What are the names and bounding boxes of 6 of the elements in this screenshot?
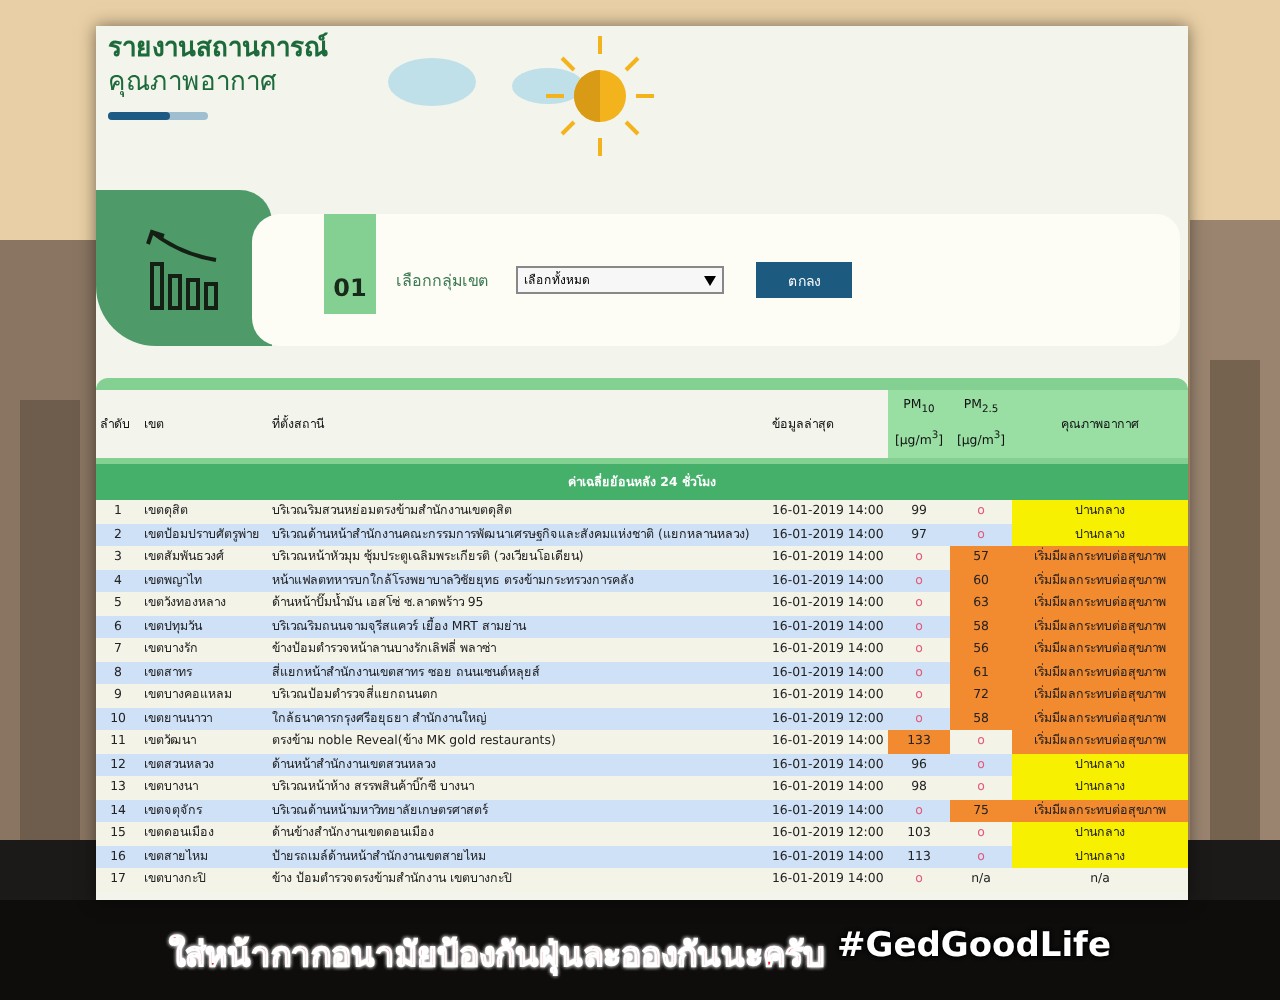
page-title: รายงานสถานการณ์ — [108, 34, 328, 66]
filter-label: เลือกกลุ่มเขต — [396, 269, 488, 293]
page-subtitle: คุณภาพอากาศ — [108, 66, 278, 100]
step-number: 01 — [324, 214, 376, 314]
hashtag: #GedGoodLife — [837, 926, 1111, 970]
caption-message: ใส่หน้ากากอนามัยป้องกันฝุ่นละอองกันนะครับ — [169, 932, 826, 980]
